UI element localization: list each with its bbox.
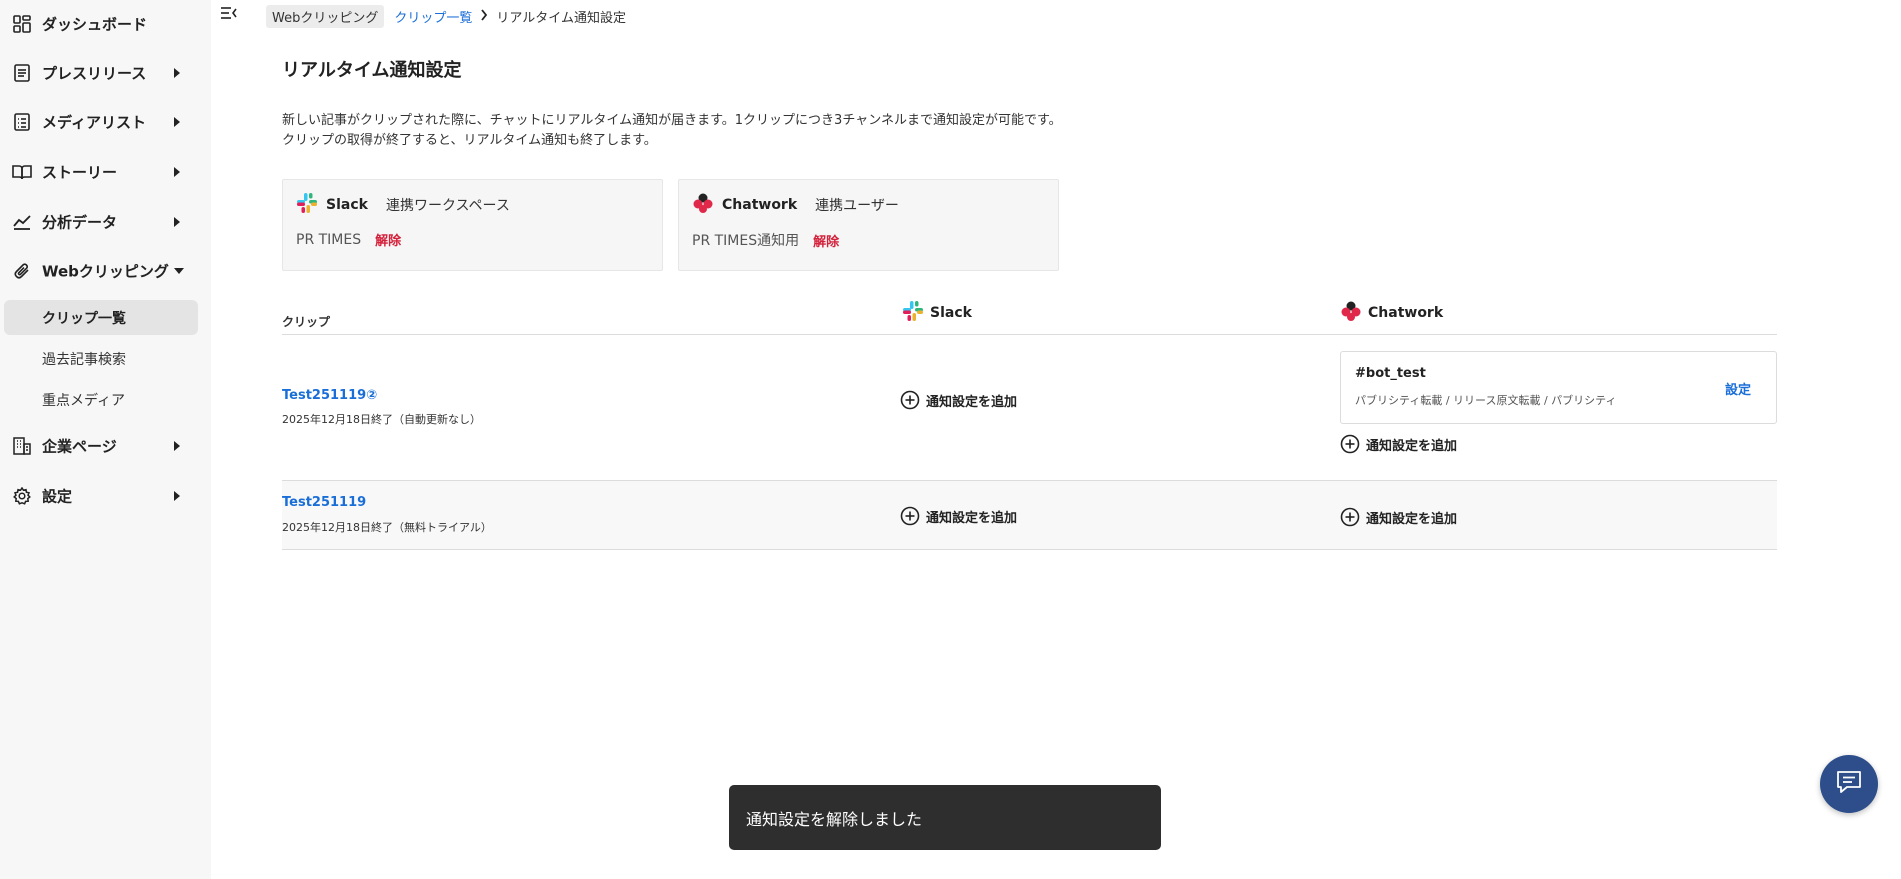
integration-kind: 連携ワークスペース: [385, 198, 510, 214]
collapse-menu-icon[interactable]: [220, 5, 240, 25]
slack-unlink-button[interactable]: 解除: [375, 230, 401, 249]
add-slack-notification-button[interactable]: 通知設定を追加: [900, 389, 1017, 411]
add-chatwork-notification-button[interactable]: 通知設定を追加: [1340, 433, 1457, 455]
slack-logo-icon: [902, 300, 924, 326]
sidebar-item-web-clipping[interactable]: Webクリッピング: [0, 251, 200, 291]
edit-setting-button[interactable]: 設定: [1725, 379, 1751, 398]
sidebar-item-label: プレスリリース: [42, 64, 147, 83]
sidebar-item-label: Webクリッピング: [42, 262, 169, 281]
add-notification-label: 通知設定を追加: [1366, 438, 1458, 454]
add-notification-label: 通知設定を追加: [1366, 511, 1458, 527]
description-line: 新しい記事がクリップされた際に、チャットにリアルタイム通知が届きます。1クリップ…: [282, 113, 1062, 128]
document-icon: [12, 63, 32, 83]
chatwork-unlink-button[interactable]: 解除: [813, 231, 839, 250]
caret-right-icon: [174, 68, 180, 78]
sidebar-subitem-label: 重点メディア: [42, 392, 126, 409]
chart-line-icon: [12, 212, 32, 232]
book-icon: [12, 162, 32, 182]
caret-down-icon: [174, 268, 184, 274]
caret-right-icon: [174, 167, 180, 177]
sidebar-subitem-past-article-search[interactable]: 過去記事検索: [4, 341, 198, 376]
breadcrumb: Webクリッピング クリップ一覧 リアルタイム通知設定: [266, 4, 626, 28]
notification-types: パブリシティ転載 / リリース原文転載 / パブリシティ: [1355, 394, 1617, 407]
sidebar-item-settings[interactable]: 設定: [0, 476, 200, 516]
description-line: クリップの取得が終了すると、リアルタイム通知も終了します。: [282, 133, 657, 148]
sidebar-item-media-list[interactable]: メディアリスト: [0, 102, 200, 142]
caret-right-icon: [174, 117, 180, 127]
building-icon: [12, 436, 32, 456]
sidebar-subitem-priority-media[interactable]: 重点メディア: [4, 382, 198, 417]
column-header-chatwork: Chatwork: [1340, 301, 1443, 325]
plus-circle-icon: [900, 390, 920, 410]
clip-name-link[interactable]: Test251119: [282, 495, 366, 510]
breadcrumb-current: リアルタイム通知設定: [496, 10, 626, 26]
chatwork-integration-card: Chatwork 連携ユーザー PR TIMES通知用 解除: [678, 179, 1059, 271]
caret-right-icon: [174, 491, 180, 501]
list-icon: [12, 112, 32, 132]
add-notification-label: 通知設定を追加: [926, 510, 1018, 526]
sidebar-item-label: 設定: [42, 487, 73, 506]
gear-icon: [12, 486, 32, 506]
column-header-label: Chatwork: [1368, 305, 1444, 321]
service-name: Chatwork: [722, 197, 798, 213]
caret-right-icon: [174, 441, 180, 451]
integration-account: PR TIMES通知用: [692, 233, 800, 249]
chat-support-button[interactable]: [1820, 755, 1878, 813]
add-chatwork-notification-button[interactable]: 通知設定を追加: [1340, 506, 1457, 528]
slack-integration-card: Slack 連携ワークスペース PR TIMES 解除: [282, 179, 663, 271]
dashboard-icon: [12, 14, 32, 34]
service-name: Slack: [326, 197, 368, 213]
sidebar-item-story[interactable]: ストーリー: [0, 152, 200, 192]
table-header: クリップ Slack Chatwork: [282, 295, 1777, 335]
clip-end-date: 2025年12月18日終了（無料トライアル）: [282, 521, 492, 534]
sidebar-subitem-label: クリップ一覧: [42, 310, 126, 327]
sidebar-subitem-clip-list[interactable]: クリップ一覧: [4, 300, 198, 335]
table-row: Test251119② 2025年12月18日終了（自動更新なし） 通知設定を追…: [282, 335, 1777, 481]
sidebar-item-label: 企業ページ: [42, 437, 117, 456]
column-header-clip: クリップ: [282, 315, 331, 329]
breadcrumb-parent-link[interactable]: クリップ一覧: [394, 7, 472, 26]
chat-bubble-icon: [1835, 769, 1863, 799]
sidebar-item-dashboard[interactable]: ダッシュボード: [0, 4, 200, 44]
page-title: リアルタイム通知設定: [282, 60, 462, 81]
chatwork-notification-setting: #bot_test パブリシティ転載 / リリース原文転載 / パブリシティ 設…: [1340, 351, 1777, 424]
clip-name-link[interactable]: Test251119②: [282, 388, 377, 403]
plus-circle-icon: [1340, 507, 1360, 527]
sidebar: ダッシュボード プレスリリース メディアリスト ストーリー 分析データ Webク…: [0, 0, 211, 879]
column-header-slack: Slack: [902, 301, 972, 325]
toast-notification: 通知設定を解除しました: [729, 785, 1161, 850]
paperclip-icon: [12, 261, 32, 281]
page-description: 新しい記事がクリップされた際に、チャットにリアルタイム通知が届きます。1クリップ…: [282, 111, 1062, 151]
breadcrumb-root[interactable]: Webクリッピング: [266, 4, 385, 28]
integration-account: PR TIMES: [296, 231, 362, 248]
sidebar-item-label: メディアリスト: [42, 113, 146, 132]
plus-circle-icon: [900, 506, 920, 526]
sidebar-item-press-release[interactable]: プレスリリース: [0, 53, 200, 93]
column-header-label: Slack: [930, 305, 972, 321]
add-notification-label: 通知設定を追加: [926, 394, 1018, 410]
integration-kind: 連携ユーザー: [815, 198, 899, 214]
sidebar-item-analytics[interactable]: 分析データ: [0, 202, 200, 242]
chevron-right-icon: [480, 8, 488, 24]
slack-logo-icon: [296, 192, 318, 218]
sidebar-item-company-page[interactable]: 企業ページ: [0, 426, 200, 466]
chatwork-logo-icon: [692, 192, 714, 218]
clip-end-date: 2025年12月18日終了（自動更新なし）: [282, 413, 481, 426]
chatwork-logo-icon: [1340, 300, 1362, 326]
sidebar-item-label: ダッシュボード: [42, 15, 148, 34]
table-row: Test251119 2025年12月18日終了（無料トライアル） 通知設定を追…: [282, 481, 1777, 550]
caret-right-icon: [174, 217, 180, 227]
plus-circle-icon: [1340, 434, 1360, 454]
add-slack-notification-button[interactable]: 通知設定を追加: [900, 505, 1017, 527]
sidebar-subitem-label: 過去記事検索: [42, 351, 126, 368]
toast-message: 通知設定を解除しました: [746, 809, 923, 829]
channel-name: #bot_test: [1355, 366, 1426, 381]
sidebar-item-label: ストーリー: [42, 163, 118, 182]
sidebar-item-label: 分析データ: [42, 213, 118, 232]
